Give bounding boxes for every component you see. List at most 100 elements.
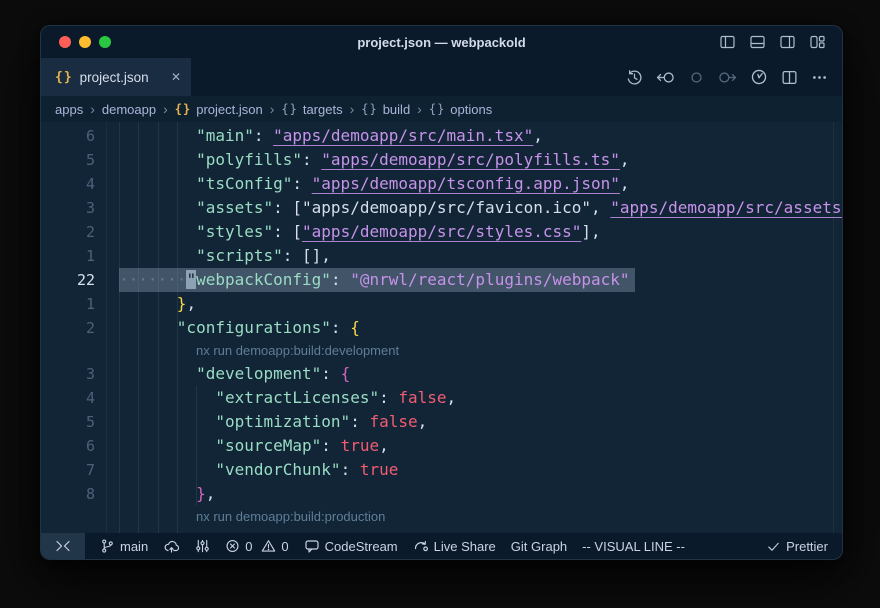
ellipsis-icon (811, 69, 828, 86)
line-text: "production": { (119, 528, 842, 533)
line-text: "development": { (119, 362, 842, 386)
line-text: "scripts": [], (119, 244, 842, 268)
prettier-label: Prettier (786, 539, 828, 554)
codestream-status[interactable]: CodeStream (304, 538, 398, 554)
code-token: } (177, 294, 187, 313)
code-line[interactable]: 9 "production": { (41, 528, 842, 533)
object-braces-icon: {} (361, 102, 377, 116)
code-line[interactable]: 22·······"webpackConfig": "@nrwl/react/p… (41, 268, 842, 292)
code-token (119, 294, 177, 313)
code-line[interactable]: 2 "configurations": { (41, 316, 842, 340)
code-line[interactable]: 3 "assets": ["apps/demoapp/src/favicon.i… (41, 196, 842, 220)
codelens-line[interactable]: nx run demoapp:build:production (41, 506, 842, 528)
code-token: "optimization" (215, 412, 350, 431)
code-token: , (379, 436, 389, 455)
problems-status[interactable]: 0 0 (225, 538, 288, 554)
vim-mode-indicator[interactable]: -- VISUAL LINE -- (582, 539, 685, 554)
line-number: 3 (41, 362, 119, 386)
code-token: , (206, 484, 216, 503)
code-token: : (254, 126, 273, 145)
visual-line-selection: ·······"webpackConfig": "@nrwl/react/plu… (119, 268, 635, 292)
split-editor-icon (781, 69, 798, 86)
split-editor-button[interactable] (781, 69, 798, 86)
git-branch-status[interactable]: main (100, 538, 148, 554)
tab-close-icon[interactable]: ✕ (171, 70, 181, 84)
branch-name: main (120, 539, 148, 554)
code-token: true (341, 436, 380, 455)
breadcrumb-item-apps[interactable]: apps (55, 102, 83, 117)
check-icon (766, 539, 781, 554)
code-token: "apps/demoapp/src/favicon.ico" (302, 198, 591, 217)
code-token: : (321, 364, 340, 383)
live-share-status[interactable]: Live Share (413, 538, 496, 554)
code-line[interactable]: 5 "optimization": false, (41, 410, 842, 434)
line-number: 1 (41, 292, 119, 316)
code-line[interactable]: 3 "development": { (41, 362, 842, 386)
code-token: , (620, 174, 630, 193)
code-line[interactable]: 5 "polyfills": "apps/demoapp/src/polyfil… (41, 148, 842, 172)
more-actions-button[interactable] (811, 69, 828, 86)
code-token (119, 198, 196, 217)
remote-icon (55, 538, 71, 554)
navigate-back-button[interactable] (656, 69, 675, 86)
chevron-right-icon: › (417, 101, 422, 117)
line-number: 6 (41, 434, 119, 458)
git-graph-status[interactable]: Git Graph (511, 539, 567, 554)
customize-layout-button[interactable] (809, 34, 826, 50)
line-number: 5 (41, 148, 119, 172)
prettier-status[interactable]: Prettier (766, 539, 828, 554)
codelens-line[interactable]: nx run demoapp:build:development (41, 340, 842, 362)
object-braces-icon: {} (281, 102, 297, 116)
run-task-button[interactable] (750, 68, 768, 86)
code-token (119, 412, 215, 431)
code-token: true (360, 460, 399, 479)
code-line[interactable]: 6 "main": "apps/demoapp/src/main.tsx", (41, 124, 842, 148)
navigate-forward-button[interactable] (718, 69, 737, 86)
code-token: "tsConfig" (196, 174, 292, 193)
breadcrumb-item-targets[interactable]: {} targets (281, 102, 342, 117)
remote-indicator[interactable] (41, 533, 85, 559)
code-line[interactable]: 1 }, (41, 292, 842, 316)
line-number: 3 (41, 196, 119, 220)
line-text: }, (119, 292, 842, 316)
zoom-window-button[interactable] (99, 36, 111, 48)
breadcrumb-item-options[interactable]: {} options (429, 102, 492, 117)
toggle-secondary-sidebar-button[interactable] (779, 34, 796, 50)
tab-project-json[interactable]: {} project.json ✕ (41, 58, 191, 96)
error-count: 0 (245, 539, 252, 554)
code-line[interactable]: 4 "tsConfig": "apps/demoapp/tsconfig.app… (41, 172, 842, 196)
code-token (119, 530, 196, 533)
code-token: "main" (196, 126, 254, 145)
minimize-window-button[interactable] (79, 36, 91, 48)
code-line[interactable]: 4 "extractLicenses": false, (41, 386, 842, 410)
code-token (119, 436, 215, 455)
line-number (41, 340, 119, 362)
code-token: "apps/demoapp/src/main.tsx" (273, 126, 533, 145)
code-token (119, 222, 196, 241)
panel-left-icon (719, 34, 736, 50)
editor-layout-icon (809, 34, 826, 50)
navigate-circle-button[interactable] (688, 69, 705, 86)
titlebar-actions (719, 34, 842, 50)
breadcrumb-item-build[interactable]: {} build (361, 102, 410, 117)
extension-settings-status[interactable] (195, 538, 210, 554)
timeline-history-button[interactable] (626, 69, 643, 86)
code-token: "assets" (196, 198, 273, 217)
sync-status[interactable] (163, 538, 180, 554)
breadcrumb-item-project-json[interactable]: {} project.json (175, 102, 263, 117)
code-line[interactable]: 1 "scripts": [], (41, 244, 842, 268)
code-line[interactable]: 8 }, (41, 482, 842, 506)
code-line[interactable]: 7 "vendorChunk": true (41, 458, 842, 482)
line-number: 22 (41, 268, 119, 292)
code-editor[interactable]: 6 "main": "apps/demoapp/src/main.tsx",5 … (41, 122, 842, 533)
toggle-panel-button[interactable] (749, 34, 766, 50)
code-token: nx run demoapp:build:development (196, 343, 399, 358)
breadcrumb-item-demoapp[interactable]: demoapp (102, 102, 156, 117)
warning-count: 0 (281, 539, 288, 554)
code-line[interactable]: 6 "sourceMap": true, (41, 434, 842, 458)
code-token: : [ (273, 198, 302, 217)
close-window-button[interactable] (59, 36, 71, 48)
code-line[interactable]: 2 "styles": ["apps/demoapp/src/styles.cs… (41, 220, 842, 244)
editor-actions (626, 58, 842, 96)
toggle-sidebar-button[interactable] (719, 34, 736, 50)
